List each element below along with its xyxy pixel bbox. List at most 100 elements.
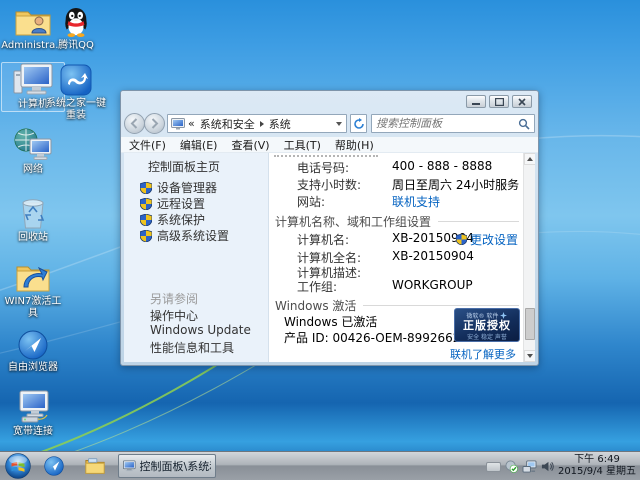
search-input[interactable] [372,117,518,130]
breadcrumb-separator-icon [260,121,264,127]
maximize-button[interactable] [489,95,509,108]
desktop-icon-label: 回收站 [1,232,65,244]
change-settings-link[interactable]: 更改设置 [456,231,518,248]
badge-main-text: 正版授权 [455,320,519,332]
desktop-icon-syshome-reinstall[interactable]: 系统之家一键重装 [44,62,108,122]
uac-shield-icon [140,182,152,194]
desktop-icon-qq[interactable]: 腾讯QQ [44,4,108,52]
taskbar-clock[interactable]: 下午 6:49 2015/9/4 星期五 [556,454,638,478]
scroll-up-button[interactable] [524,153,535,165]
breadcrumb-root[interactable]: 系统和安全 [200,116,255,132]
sidebar-item-label: 设备管理器 [157,179,217,196]
title-bar[interactable] [121,91,538,111]
sidebar-item-action-center[interactable]: 操作中心 [150,307,198,324]
browser-compass-icon [1,326,65,360]
start-button[interactable] [5,453,31,479]
section-rule [438,221,519,222]
sidebar: 控制面板主页 设备管理器 远程设置 系统保护 高级系统设置 另请参阅 [124,153,269,362]
learn-more-online-link[interactable]: 联机了解更多内容... [450,346,523,362]
broadband-connection-icon [1,390,65,424]
clock-date: 2015/9/4 星期五 [556,466,638,478]
folder-icon [84,455,106,477]
desktop-icon-browser[interactable]: 自由浏览器 [1,326,65,374]
system-tray [486,452,554,480]
taskbar-task-control-panel[interactable]: 控制面板\系统和... [118,454,216,478]
address-dropdown-button[interactable] [332,122,346,126]
desktop-icon-label: 系统之家一键重装 [44,98,108,122]
workgroup-value: WORKGROUP [392,278,473,292]
network-tray-icon[interactable] [522,460,537,473]
content-pane: 电话号码: 400 - 888 - 8888 支持小时数: 周日至周六 24小时… [270,153,523,362]
menu-file[interactable]: 文件(F) [129,137,166,153]
close-button[interactable] [512,95,532,108]
breadcrumb-chevrons[interactable]: « [188,117,195,130]
desktop-icon-network[interactable]: 网络 [1,128,65,176]
menu-help[interactable]: 帮助(H) [335,137,374,153]
sidebar-item-remote-settings[interactable]: 远程设置 [140,195,205,212]
desktop-icon-broadband[interactable]: 宽带连接 [1,390,65,438]
network-icon [1,128,65,162]
desktop-icon-recycle-bin[interactable]: 回收站 [1,196,65,244]
navigation-bar: « 系统和安全 系统 [121,111,538,137]
quicklaunch-browser[interactable] [44,456,64,480]
desktop-icon-label: 自由浏览器 [1,362,65,374]
sparkle-star-icon [500,312,507,319]
sidebar-item-advanced-system-settings[interactable]: 高级系统设置 [140,227,229,244]
section-rule [363,305,519,306]
minimize-button[interactable] [466,95,486,108]
volume-tray-icon[interactable] [541,460,554,473]
system-window: « 系统和安全 系统 文件(F) 编辑(E) 查看(V) 工具(T) 帮助(H) [120,90,539,366]
desktop: Administra... 腾讯QQ 计算机 系统之家一键重装 网络 回收站 [0,0,640,480]
uac-shield-icon [140,230,152,242]
scrollbar-thumb[interactable] [525,308,535,340]
sidebar-item-label: 系统保护 [157,211,205,228]
menu-view[interactable]: 查看(V) [231,137,269,153]
sidebar-item-control-panel-home[interactable]: 控制面板主页 [148,158,220,175]
desktop-icon-label: 宽带连接 [1,426,65,438]
search-box[interactable] [371,114,535,133]
taskbar: 控制面板\系统和... 下午 6:49 2015/9/4 星期五 [0,451,640,480]
menu-bar: 文件(F) 编辑(E) 查看(V) 工具(T) 帮助(H) [121,137,538,153]
genuine-software-badge[interactable]: 微软® 软件 正版授权 安全 稳定 声誉 [454,308,520,342]
activation-status: Windows 已激活 [284,313,377,330]
breadcrumb-current[interactable]: 系统 [269,116,291,132]
sidebar-item-performance-tools[interactable]: 性能信息和工具 [150,339,234,356]
forward-button[interactable] [144,113,165,134]
support-hours-label: 支持小时数: [297,176,361,193]
quicklaunch-explorer[interactable] [84,455,106,480]
sidebar-item-device-manager[interactable]: 设备管理器 [140,179,217,196]
online-support-link[interactable]: 联机支持 [392,193,440,210]
windows-logo-icon [5,453,31,479]
see-also-header: 另请参阅 [150,290,198,307]
computer-fullname-value: XB-20150904 [392,249,474,263]
menu-edit[interactable]: 编辑(E) [180,137,218,153]
refresh-button[interactable] [350,114,367,133]
address-bar[interactable]: « 系统和安全 系统 [167,114,347,133]
qq-penguin-icon [44,4,108,38]
arrow-down-icon [527,354,533,358]
vertical-scrollbar[interactable] [523,153,535,362]
desktop-icon-win7-activator[interactable]: WIN7激活工具 [1,260,65,320]
badge-bottom-text: 安全 稳定 声誉 [455,332,519,341]
sidebar-item-windows-update[interactable]: Windows Update [150,323,251,337]
support-hours-value: 周日至周六 24小时服务 [392,176,519,193]
menu-tools[interactable]: 工具(T) [284,137,321,153]
computer-name-label: 计算机名: [297,231,349,248]
arrow-up-icon [527,157,533,161]
scroll-down-button[interactable] [524,350,535,362]
activator-folder-icon [1,260,65,294]
back-button[interactable] [124,113,145,134]
uac-shield-icon [140,198,152,210]
browser-compass-icon [44,456,64,476]
refresh-icon [353,118,365,130]
taskbar-task-label: 控制面板\系统和... [140,458,211,474]
security-check-tray-icon[interactable] [505,460,518,473]
show-hidden-icons-button[interactable] [486,462,501,472]
chevron-down-icon [336,122,342,126]
sidebar-item-label: 高级系统设置 [157,227,229,244]
workgroup-label: 工作组: [297,278,337,295]
change-settings-label: 更改设置 [470,231,518,248]
window-main-area: 控制面板主页 设备管理器 远程设置 系统保护 高级系统设置 另请参阅 [124,153,535,362]
phone-value: 400 - 888 - 8888 [392,159,492,173]
sidebar-item-system-protection[interactable]: 系统保护 [140,211,205,228]
